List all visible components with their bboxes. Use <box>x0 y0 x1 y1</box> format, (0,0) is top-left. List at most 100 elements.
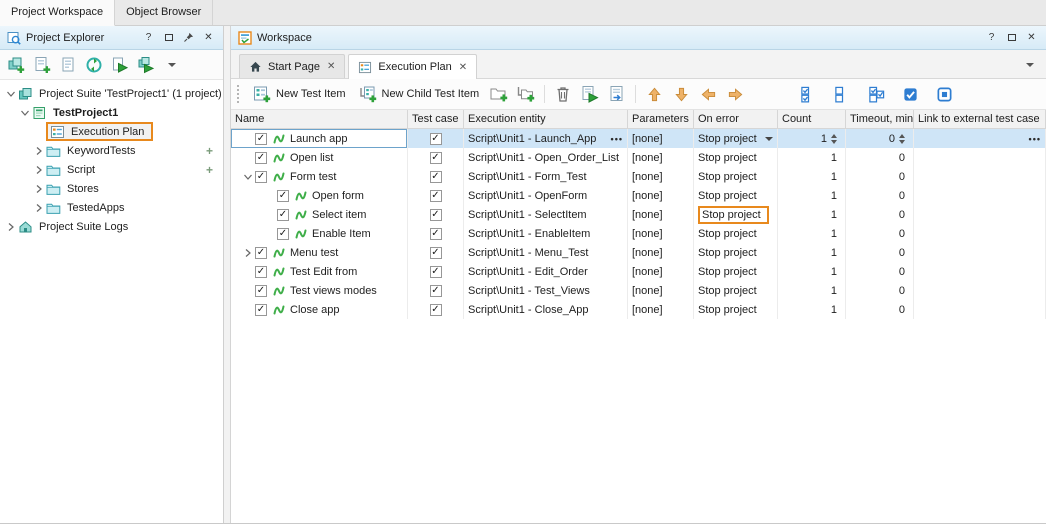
chevron-collapsed-icon[interactable] <box>32 203 46 213</box>
organize-tests-button[interactable] <box>82 53 106 77</box>
test-item-row-test-edit-from[interactable]: ✓Test Edit from✓Script\Unit1 - Edit_Orde… <box>231 262 1046 281</box>
test-item-row-menu-test[interactable]: ✓Menu test✓Script\Unit1 - Menu_Test[none… <box>231 243 1046 262</box>
toolbar-more-dropdown-button[interactable] <box>160 53 184 77</box>
column-header-count[interactable]: Count <box>778 110 846 128</box>
run-selected-item-button[interactable] <box>578 82 602 106</box>
enable-item-checkbox[interactable]: ✓ <box>255 171 267 183</box>
add-new-project-button[interactable] <box>4 53 28 77</box>
add-child-item-button[interactable]: + <box>206 144 223 158</box>
new-test-item-button[interactable]: New Test Item <box>248 83 351 105</box>
spinner-control[interactable] <box>899 134 905 144</box>
test-item-row-close-app[interactable]: ✓Close app✓Script\Unit1 - Close_App[none… <box>231 300 1046 319</box>
spinner-control[interactable] <box>831 134 837 144</box>
on-error-dropdown-icon[interactable] <box>765 137 773 141</box>
test-case-checkbox[interactable]: ✓ <box>430 133 442 145</box>
check-all-items-button[interactable] <box>796 82 820 106</box>
enable-item-checkbox[interactable]: ✓ <box>255 266 267 278</box>
uncheck-all-items-button[interactable] <box>830 82 854 106</box>
help-button[interactable]: ? <box>141 30 156 45</box>
move-right-button[interactable] <box>723 82 747 106</box>
test-case-checkbox[interactable]: ✓ <box>430 266 442 278</box>
enable-item-checkbox[interactable]: ✓ <box>277 209 289 221</box>
test-case-checkbox[interactable]: ✓ <box>430 285 442 297</box>
move-left-button[interactable] <box>696 82 720 106</box>
column-header-link-to-external-test-case[interactable]: Link to external test case <box>914 110 1046 128</box>
chevron-expanded-icon[interactable] <box>18 109 32 117</box>
show-log-button[interactable] <box>605 82 629 106</box>
tab-start-page[interactable]: Start Page ✕ <box>239 54 345 78</box>
chevron-expanded-icon[interactable] <box>241 173 255 181</box>
enable-item-checkbox[interactable]: ✓ <box>277 190 289 202</box>
test-case-checkbox[interactable]: ✓ <box>430 152 442 164</box>
column-header-timeout-min[interactable]: Timeout, min <box>846 110 914 128</box>
help-button[interactable]: ? <box>984 30 999 45</box>
chevron-collapsed-icon[interactable] <box>32 165 46 175</box>
tree-item-testedapps[interactable]: TestedApps <box>0 198 223 217</box>
add-existing-item-button[interactable] <box>56 53 80 77</box>
test-case-checkbox[interactable]: ✓ <box>430 209 442 221</box>
column-header-execution-entity[interactable]: Execution entity <box>464 110 628 128</box>
move-up-button[interactable] <box>642 82 666 106</box>
test-item-row-test-views-modes[interactable]: ✓Test views modes✓Script\Unit1 - Test_Vi… <box>231 281 1046 300</box>
column-header-name[interactable]: Name <box>231 110 408 128</box>
tree-item-execution-plan[interactable]: Execution Plan <box>0 122 223 141</box>
add-child-item-button[interactable]: + <box>206 163 223 177</box>
new-child-group-button[interactable] <box>514 82 538 106</box>
add-new-item-button[interactable] <box>30 53 54 77</box>
new-group-button[interactable] <box>487 82 511 106</box>
ellipsis-button[interactable]: ••• <box>1025 134 1041 144</box>
toolbar-grip[interactable] <box>237 85 241 103</box>
test-item-row-form-test[interactable]: ✓Form test✓Script\Unit1 - Form_Test[none… <box>231 167 1046 186</box>
uncheck-selected-item-button[interactable] <box>932 82 956 106</box>
enable-item-checkbox[interactable]: ✓ <box>255 304 267 316</box>
column-header-on-error[interactable]: On error <box>694 110 778 128</box>
test-case-checkbox[interactable]: ✓ <box>430 228 442 240</box>
ellipsis-button[interactable]: ••• <box>607 134 623 144</box>
tree-item-script[interactable]: Script+ <box>0 160 223 179</box>
maximize-button[interactable] <box>1004 30 1019 45</box>
test-case-checkbox[interactable]: ✓ <box>430 171 442 183</box>
close-button[interactable]: ✕ <box>201 30 216 45</box>
test-case-checkbox[interactable]: ✓ <box>430 190 442 202</box>
test-item-row-open-form[interactable]: ✓Open form✓Script\Unit1 - OpenForm[none]… <box>231 186 1046 205</box>
chevron-collapsed-icon[interactable] <box>32 184 46 194</box>
chevron-expanded-icon[interactable] <box>4 90 18 98</box>
panel-splitter[interactable] <box>224 26 231 524</box>
toggle-check-items-button[interactable] <box>864 82 888 106</box>
spin-down-icon[interactable] <box>899 140 905 144</box>
enable-item-checkbox[interactable]: ✓ <box>277 228 289 240</box>
pin-button[interactable] <box>181 30 196 45</box>
spin-down-icon[interactable] <box>831 140 837 144</box>
enable-item-checkbox[interactable]: ✓ <box>255 247 267 259</box>
tree-item-project-suite-testproject1-1-project[interactable]: Project Suite 'TestProject1' (1 project) <box>0 84 223 103</box>
chevron-collapsed-icon[interactable] <box>4 222 18 232</box>
tree-item-testproject1[interactable]: TestProject1 <box>0 103 223 122</box>
test-case-checkbox[interactable]: ✓ <box>430 304 442 316</box>
tab-object-browser[interactable]: Object Browser <box>115 0 213 25</box>
enable-item-checkbox[interactable]: ✓ <box>255 152 267 164</box>
column-header-test-case[interactable]: Test case <box>408 110 464 128</box>
chevron-collapsed-icon[interactable] <box>32 146 46 156</box>
run-project-button[interactable] <box>108 53 132 77</box>
close-tab-icon[interactable]: ✕ <box>459 62 467 73</box>
chevron-collapsed-icon[interactable] <box>241 248 255 258</box>
new-child-test-item-button[interactable]: New Child Test Item <box>354 83 485 105</box>
test-case-checkbox[interactable]: ✓ <box>430 247 442 259</box>
spin-up-icon[interactable] <box>831 134 837 138</box>
column-header-parameters[interactable]: Parameters <box>628 110 694 128</box>
tab-execution-plan[interactable]: Execution Plan ✕ <box>348 54 477 79</box>
test-item-row-enable-item[interactable]: ✓Enable Item✓Script\Unit1 - EnableItem[n… <box>231 224 1046 243</box>
tab-project-workspace[interactable]: Project Workspace <box>0 0 115 26</box>
enable-item-checkbox[interactable]: ✓ <box>255 285 267 297</box>
tree-item-stores[interactable]: Stores <box>0 179 223 198</box>
spin-up-icon[interactable] <box>899 134 905 138</box>
maximize-button[interactable] <box>161 30 176 45</box>
tree-item-keywordtests[interactable]: KeywordTests+ <box>0 141 223 160</box>
run-project-suite-button[interactable] <box>134 53 158 77</box>
enable-item-checkbox[interactable]: ✓ <box>255 133 267 145</box>
close-tab-icon[interactable]: ✕ <box>327 61 335 72</box>
close-button[interactable]: ✕ <box>1024 30 1039 45</box>
check-selected-item-button[interactable] <box>898 82 922 106</box>
test-item-row-select-item[interactable]: ✓Select item✓Script\Unit1 - SelectItem[n… <box>231 205 1046 224</box>
delete-test-item-button[interactable] <box>551 82 575 106</box>
